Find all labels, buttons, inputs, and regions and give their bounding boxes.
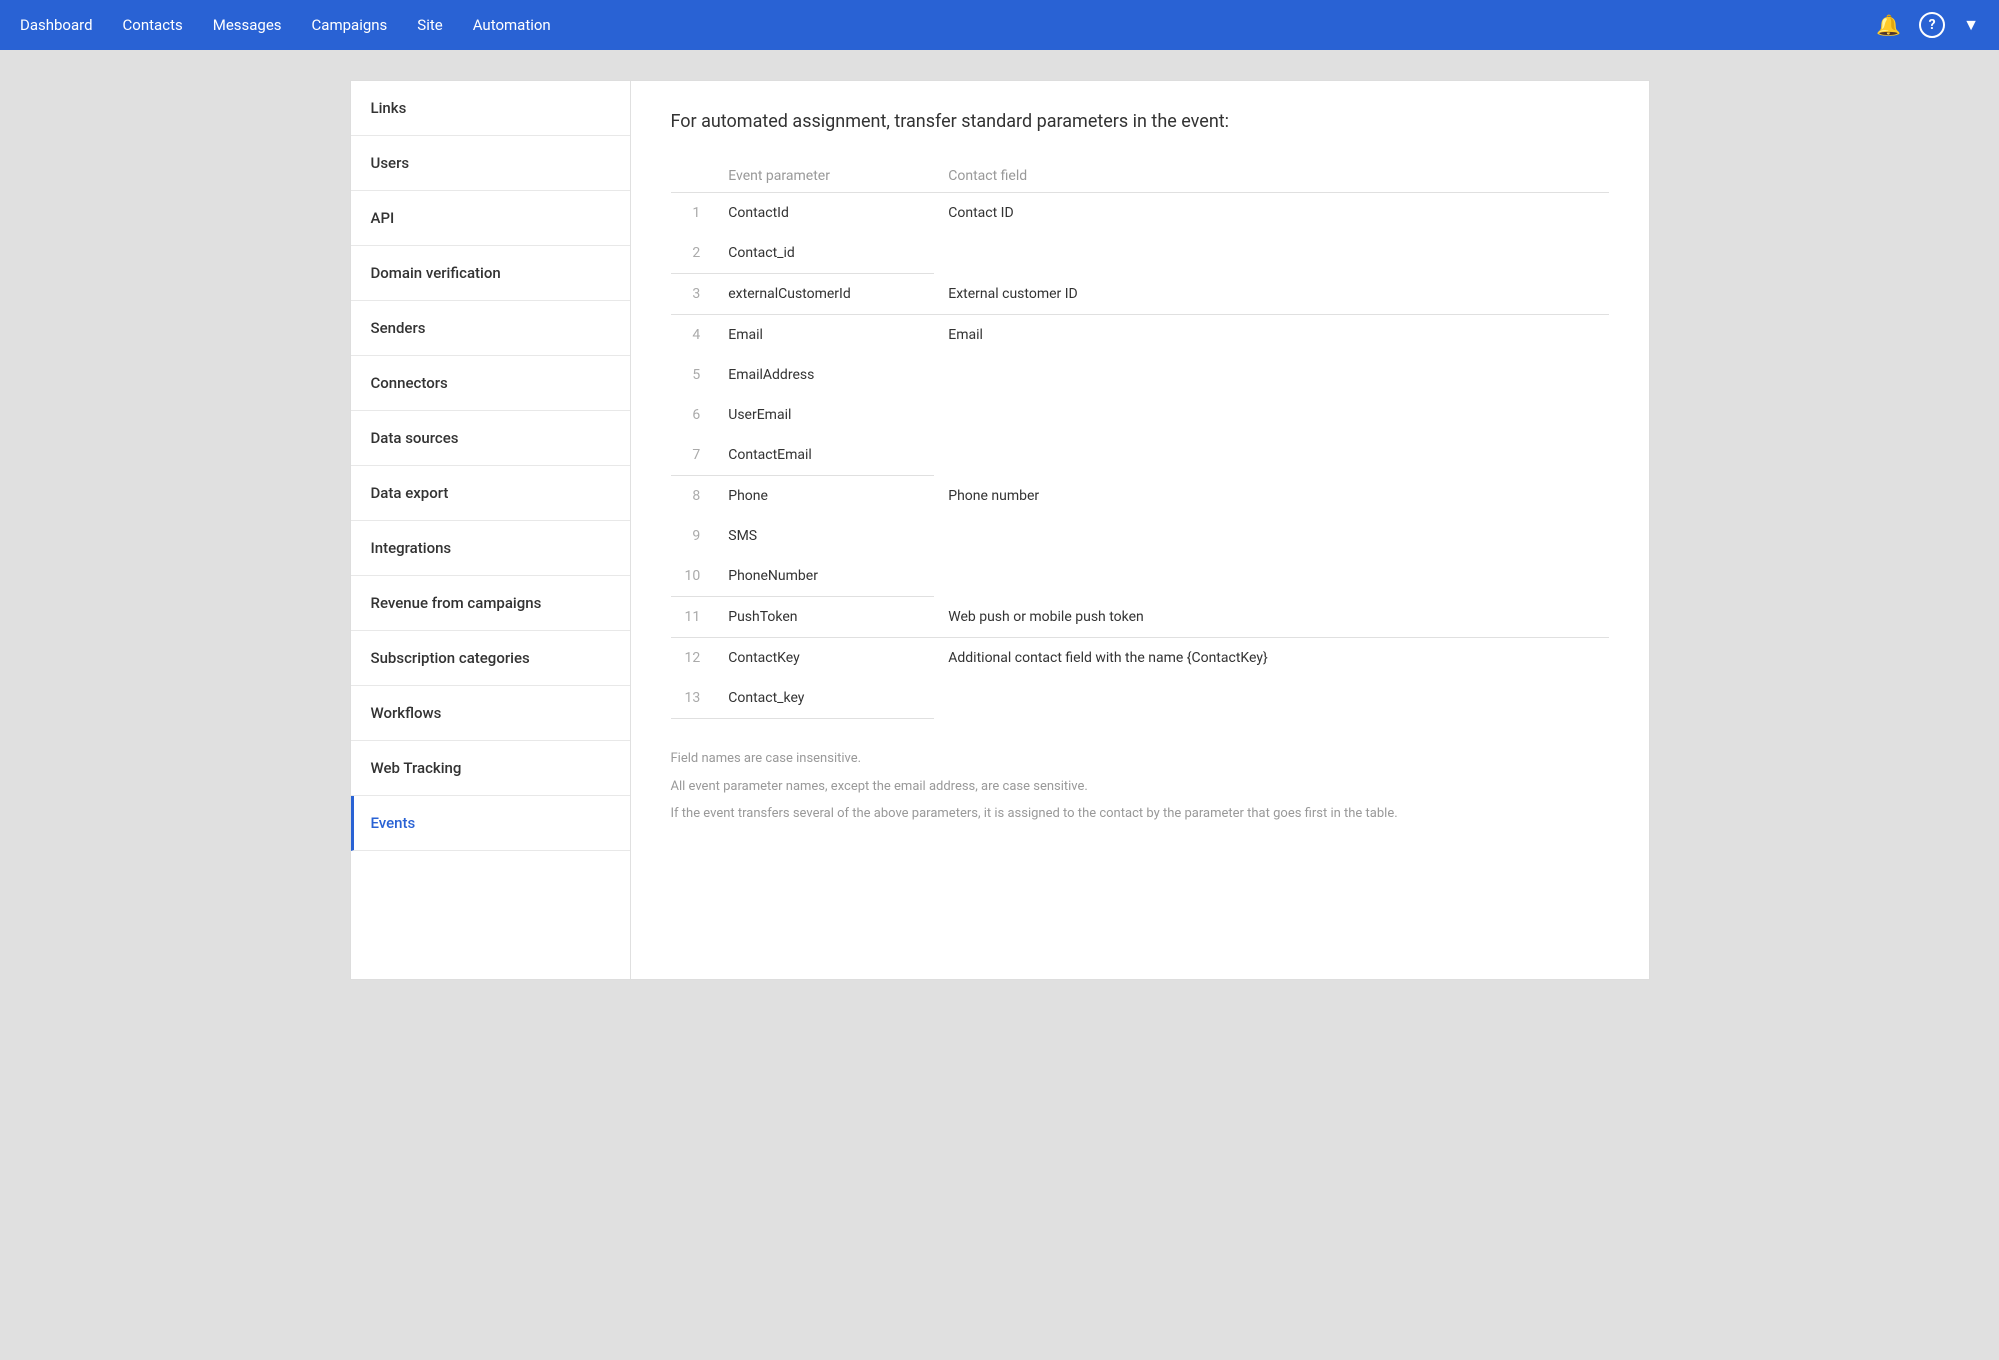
sidebar-item-senders[interactable]: Senders <box>351 301 630 356</box>
account-dropdown-icon[interactable]: ▼ <box>1963 15 1979 35</box>
notes-section: Field names are case insensitive. All ev… <box>671 749 1609 824</box>
row-number: 1 <box>671 193 715 234</box>
params-table: Event parameter Contact field 1ContactId… <box>671 160 1609 719</box>
event-param: ContactEmail <box>714 435 934 476</box>
top-navigation: Dashboard Contacts Messages Campaigns Si… <box>0 0 1999 50</box>
sidebar-item-subscription-categories[interactable]: Subscription categories <box>351 631 630 686</box>
event-param: UserEmail <box>714 395 934 435</box>
event-param: PhoneNumber <box>714 556 934 597</box>
event-param: Contact_key <box>714 678 934 719</box>
row-number: 11 <box>671 597 715 638</box>
row-number: 3 <box>671 274 715 315</box>
col-event-param-header: Event parameter <box>714 160 934 193</box>
contact-field: Additional contact field with the name {… <box>934 638 1608 719</box>
event-param: PushToken <box>714 597 934 638</box>
row-number: 10 <box>671 556 715 597</box>
sidebar-item-workflows[interactable]: Workflows <box>351 686 630 741</box>
row-number: 7 <box>671 435 715 476</box>
row-number: 12 <box>671 638 715 679</box>
event-param: externalCustomerId <box>714 274 934 315</box>
table-row: 3externalCustomerIdExternal customer ID <box>671 274 1609 315</box>
nav-automation[interactable]: Automation <box>473 11 551 39</box>
table-row: 12ContactKeyAdditional contact field wit… <box>671 638 1609 679</box>
sidebar-item-data-export[interactable]: Data export <box>351 466 630 521</box>
sidebar-item-events[interactable]: Events <box>351 796 630 851</box>
col-num-header <box>671 160 715 193</box>
bell-icon[interactable]: 🔔 <box>1876 13 1901 37</box>
row-number: 9 <box>671 516 715 556</box>
spacer <box>0 50 1999 80</box>
event-param: Email <box>714 315 934 356</box>
sidebar-item-web-tracking[interactable]: Web Tracking <box>351 741 630 796</box>
row-number: 2 <box>671 233 715 274</box>
note-3: If the event transfers several of the ab… <box>671 804 1609 824</box>
table-row: 4EmailEmail <box>671 315 1609 356</box>
sidebar-item-integrations[interactable]: Integrations <box>351 521 630 576</box>
row-number: 6 <box>671 395 715 435</box>
sidebar-item-links[interactable]: Links <box>351 81 630 136</box>
table-row: 11PushTokenWeb push or mobile push token <box>671 597 1609 638</box>
contact-field: External customer ID <box>934 274 1608 315</box>
nav-campaigns[interactable]: Campaigns <box>312 11 388 39</box>
contact-field: Contact ID <box>934 193 1608 274</box>
nav-icons: 🔔 ? ▼ <box>1876 12 1979 38</box>
nav-site[interactable]: Site <box>417 11 442 39</box>
sidebar-item-api[interactable]: API <box>351 191 630 246</box>
row-number: 4 <box>671 315 715 356</box>
nav-links: Dashboard Contacts Messages Campaigns Si… <box>20 11 1876 39</box>
row-number: 8 <box>671 476 715 517</box>
row-number: 13 <box>671 678 715 719</box>
table-row: 8PhonePhone number <box>671 476 1609 517</box>
help-icon[interactable]: ? <box>1919 12 1945 38</box>
sidebar: Links Users API Domain verification Send… <box>351 81 631 979</box>
contact-field: Phone number <box>934 476 1608 597</box>
sidebar-item-domain-verification[interactable]: Domain verification <box>351 246 630 301</box>
table-row: 1ContactIdContact ID <box>671 193 1609 234</box>
nav-messages[interactable]: Messages <box>213 11 282 39</box>
main-content: For automated assignment, transfer stand… <box>631 81 1649 979</box>
event-param: SMS <box>714 516 934 556</box>
content-title: For automated assignment, transfer stand… <box>671 111 1609 132</box>
sidebar-item-users[interactable]: Users <box>351 136 630 191</box>
sidebar-item-revenue-from-campaigns[interactable]: Revenue from campaigns <box>351 576 630 631</box>
event-param: Contact_id <box>714 233 934 274</box>
nav-dashboard[interactable]: Dashboard <box>20 11 93 39</box>
event-param: ContactId <box>714 193 934 234</box>
main-container: Links Users API Domain verification Send… <box>350 80 1650 980</box>
event-param: Phone <box>714 476 934 517</box>
contact-field: Email <box>934 315 1608 476</box>
contact-field: Web push or mobile push token <box>934 597 1608 638</box>
nav-contacts[interactable]: Contacts <box>123 11 183 39</box>
note-1: Field names are case insensitive. <box>671 749 1609 769</box>
note-2: All event parameter names, except the em… <box>671 777 1609 797</box>
table-header-row: Event parameter Contact field <box>671 160 1609 193</box>
col-contact-field-header: Contact field <box>934 160 1608 193</box>
sidebar-item-connectors[interactable]: Connectors <box>351 356 630 411</box>
sidebar-item-data-sources[interactable]: Data sources <box>351 411 630 466</box>
event-param: EmailAddress <box>714 355 934 395</box>
event-param: ContactKey <box>714 638 934 679</box>
row-number: 5 <box>671 355 715 395</box>
